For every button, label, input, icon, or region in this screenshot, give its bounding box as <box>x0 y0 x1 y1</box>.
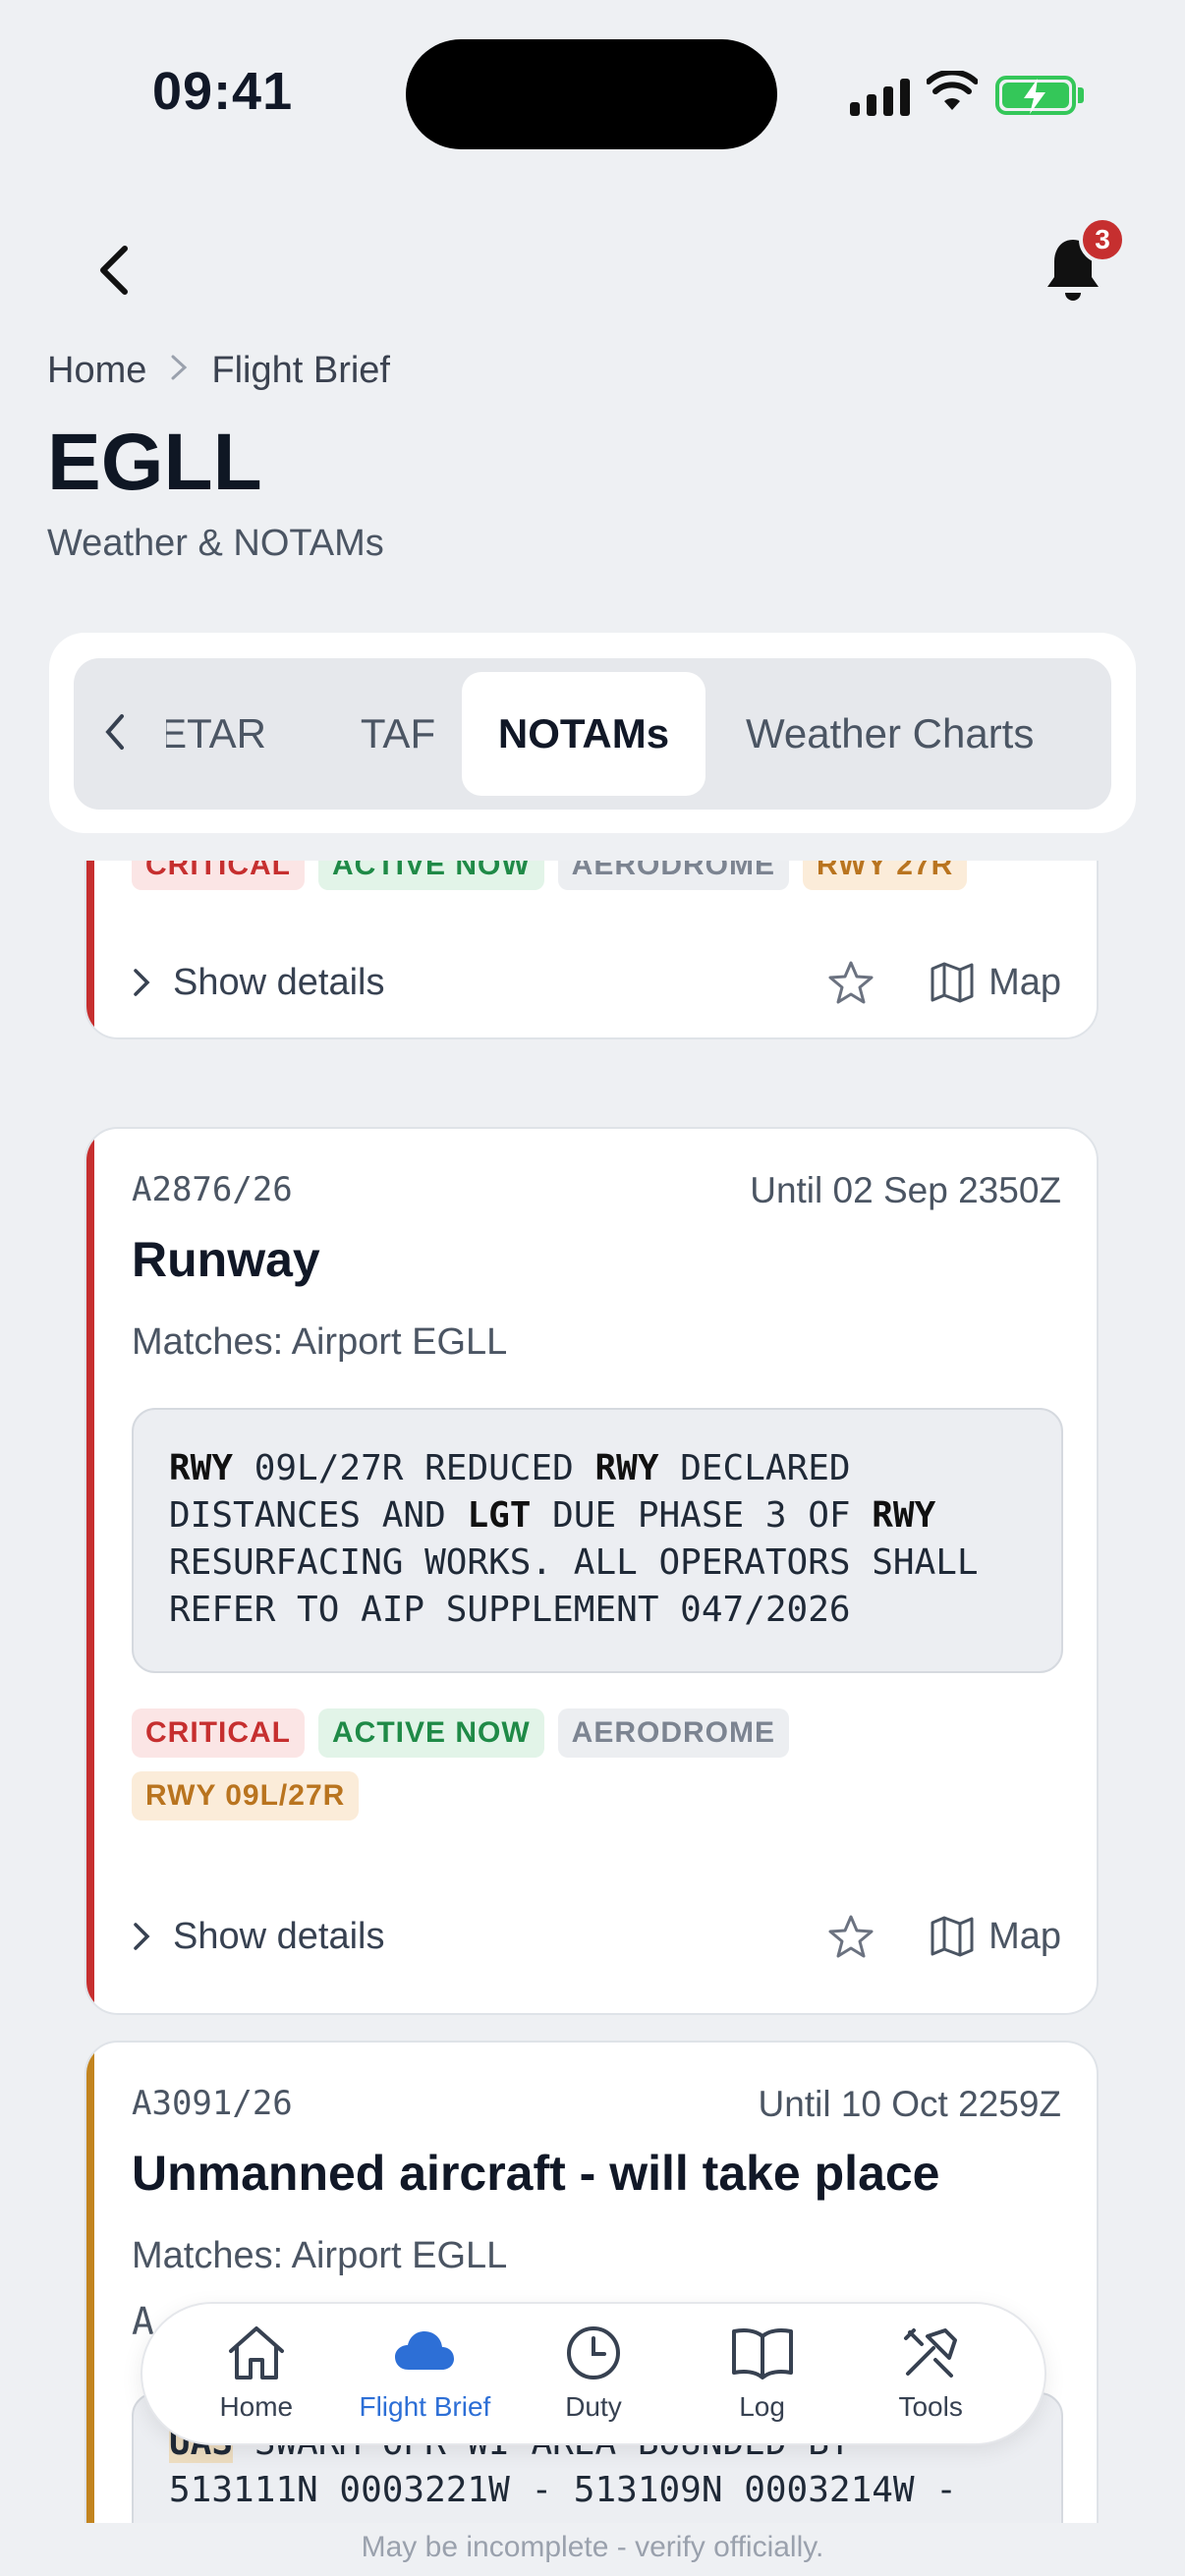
runway-badge: RWY 27R <box>803 861 968 890</box>
notam-matches: Matches: Airport EGLL <box>132 2235 508 2276</box>
tab-taf[interactable]: TAF <box>310 672 486 796</box>
map-icon <box>931 1916 974 1957</box>
chevron-right-icon <box>170 352 188 390</box>
tools-icon <box>904 2328 958 2378</box>
status-time: 09:41 <box>152 62 294 121</box>
nav-duty-label: Duty <box>565 2391 622 2422</box>
signal-icon <box>850 75 910 116</box>
notam-title: Unmanned aircraft - will take place <box>132 2146 940 2201</box>
severity-stripe <box>86 861 94 1037</box>
tab-notams[interactable]: NOTAMs <box>462 672 705 796</box>
severity-stripe <box>86 2043 94 2525</box>
nav-tools[interactable]: Tools <box>847 2324 1014 2423</box>
notam-tags: CRITICAL ACTIVE NOW AERODROME RWY 09L/27… <box>132 1708 839 1820</box>
active-badge: ACTIVE NOW <box>317 1708 544 1758</box>
notam-tags: CRITICAL ACTIVE NOW AERODROME RWY 27R <box>132 861 1065 890</box>
notam-title: Runway <box>132 1232 320 1287</box>
page-subtitle: Weather & NOTAMs <box>47 523 384 564</box>
chevron-left-icon <box>100 246 128 295</box>
show-details-button[interactable]: Show details <box>132 1916 827 1958</box>
chevron-right-icon <box>134 1923 150 1950</box>
wifi-icon <box>927 71 978 110</box>
page-title: EGLL <box>47 418 262 507</box>
back-button[interactable] <box>86 236 141 305</box>
show-details-button[interactable]: Show details <box>132 962 827 1004</box>
breadcrumb-home[interactable]: Home <box>47 350 146 392</box>
bottom-nav: Home Flight Brief Duty Log Tools <box>141 2302 1046 2445</box>
nav-tools-label: Tools <box>898 2391 963 2422</box>
tab-bar: METAR TAF NOTAMs Weather Charts <box>74 658 1111 810</box>
critical-badge: CRITICAL <box>132 861 305 890</box>
notam-id: A2876/26 <box>132 1170 293 1209</box>
star-icon <box>828 1915 874 1958</box>
notam-card: A3091/26 Until 10 Oct 2259Z Unmanned air… <box>85 2041 1099 2525</box>
chevron-right-icon <box>134 969 150 996</box>
nav-home-label: Home <box>219 2391 294 2422</box>
map-label: Map <box>988 1915 1061 1957</box>
notification-badge: 3 <box>1079 216 1126 263</box>
favorite-button[interactable] <box>827 1914 875 1959</box>
map-button[interactable]: Map <box>930 961 1061 1004</box>
home-icon <box>228 2326 284 2380</box>
active-badge: ACTIVE NOW <box>317 861 544 890</box>
cloud-icon <box>395 2331 455 2370</box>
chevron-left-icon <box>105 714 124 750</box>
map-label: Map <box>988 961 1061 1003</box>
dynamic-island <box>406 39 777 149</box>
tab-weather-charts[interactable]: Weather Charts <box>722 672 1105 796</box>
charging-bolt-icon <box>1024 79 1045 114</box>
notam-card: A2876/26 Until 02 Sep 2350Z Runway Match… <box>85 1127 1099 2015</box>
nav-flight-brief-label: Flight Brief <box>359 2391 491 2422</box>
notam-validity: Until 10 Oct 2259Z <box>758 2084 1061 2124</box>
show-details-label: Show details <box>173 1915 385 1957</box>
battery-cap <box>1078 87 1084 103</box>
notam-validity: Until 02 Sep 2350Z <box>750 1170 1061 1210</box>
show-details-label: Show details <box>173 961 385 1003</box>
aerodrome-badge: AERODROME <box>557 861 789 890</box>
nav-log[interactable]: Log <box>679 2324 846 2423</box>
nav-home[interactable]: Home <box>173 2324 340 2423</box>
clock-icon <box>566 2326 620 2380</box>
disclaimer-footer: May be incomplete - verify officially. <box>0 2523 1185 2576</box>
book-icon <box>731 2328 793 2380</box>
breadcrumb-current: Flight Brief <box>211 350 390 391</box>
aerodrome-badge: AERODROME <box>557 1708 789 1758</box>
nav-duty[interactable]: Duty <box>510 2324 677 2423</box>
notam-list[interactable]: CRITICAL ACTIVE NOW AERODROME RWY 27R Sh… <box>0 861 1185 2525</box>
nav-log-label: Log <box>739 2391 785 2422</box>
critical-badge: CRITICAL <box>132 1708 305 1758</box>
map-icon <box>931 962 974 1003</box>
severity-stripe <box>86 1129 94 2013</box>
notam-actions: Show details Map <box>132 953 1061 1012</box>
favorite-button[interactable] <box>827 960 875 1005</box>
notam-id: A3091/26 <box>132 2084 293 2123</box>
map-button[interactable]: Map <box>930 1915 1061 1958</box>
notam-raw-text: RWY 09L/27R REDUCED RWY DECLARED DISTANC… <box>132 1408 1063 1673</box>
notam-actions: Show details Map <box>132 1907 1061 1966</box>
runway-badge: RWY 09L/27R <box>132 1771 360 1820</box>
nav-flight-brief[interactable]: Flight Brief <box>341 2324 508 2423</box>
notam-card: CRITICAL ACTIVE NOW AERODROME RWY 27R Sh… <box>85 861 1099 1039</box>
breadcrumb: Home Flight Brief <box>47 350 390 392</box>
notam-matches: Matches: Airport EGLL <box>132 1321 508 1363</box>
star-icon <box>828 961 874 1004</box>
